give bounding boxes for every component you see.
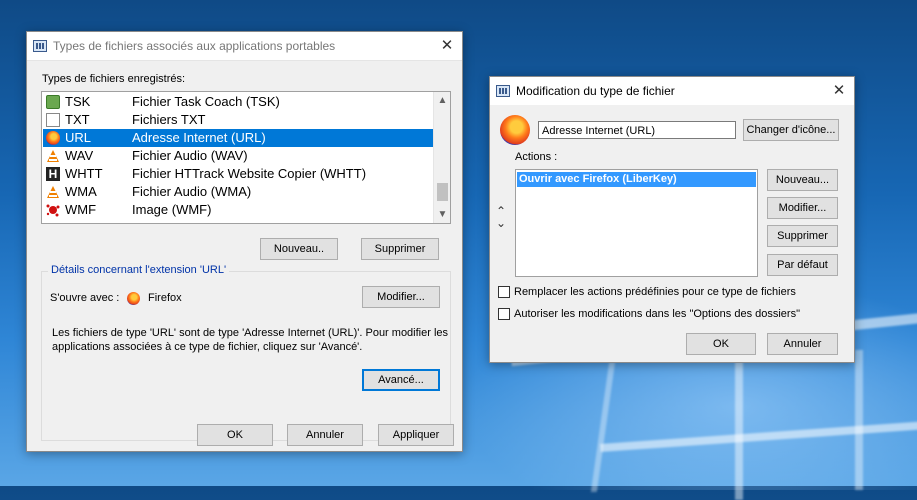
file-ext: URL	[65, 130, 92, 145]
app-icon	[33, 40, 47, 52]
change-icon-button[interactable]: Changer d'icône...	[743, 119, 839, 141]
ok-button[interactable]: OK	[686, 333, 756, 355]
close-icon[interactable]: ✕	[824, 77, 854, 105]
new-action-button[interactable]: Nouveau...	[767, 169, 838, 191]
list-item[interactable]: WMF Image (WMF)	[43, 201, 433, 219]
cancel-button[interactable]: Annuler	[767, 333, 838, 355]
apply-button[interactable]: Appliquer	[378, 424, 454, 446]
modify-action-button[interactable]: Modifier...	[767, 197, 838, 219]
vlc-icon	[46, 185, 60, 199]
actions-label: Actions :	[515, 151, 558, 163]
vlc-icon	[46, 149, 60, 163]
file-ext: WAV	[65, 148, 94, 163]
file-desc: Image (WMF)	[132, 202, 212, 217]
type-name-input[interactable]: Adresse Internet (URL)	[538, 121, 736, 139]
window-title: Modification du type de fichier	[516, 84, 675, 98]
file-ext: TXT	[65, 112, 90, 127]
scroll-up-icon[interactable]: ▲	[434, 92, 450, 109]
list-item[interactable]: TXT Fichiers TXT	[43, 111, 433, 129]
registered-types-label: Types de fichiers enregistrés:	[42, 73, 186, 85]
file-types-list[interactable]: TSK Fichier Task Coach (TSK) TXT Fichier…	[41, 91, 451, 224]
actions-list[interactable]: Ouvrir avec Firefox (LiberKey)	[515, 169, 758, 277]
delete-type-button[interactable]: Supprimer	[361, 238, 439, 260]
file-ext: WMA	[65, 184, 97, 199]
title-bar: Types de fichiers associés aux applicati…	[27, 32, 462, 60]
allow-modifications-label: Autoriser les modifications dans les "Op…	[514, 308, 800, 320]
file-desc: Fichier Task Coach (TSK)	[132, 94, 280, 109]
modify-button[interactable]: Modifier...	[362, 286, 440, 308]
cancel-button[interactable]: Annuler	[287, 424, 363, 446]
close-icon[interactable]: ✕	[432, 32, 462, 60]
file-desc: Adresse Internet (URL)	[132, 130, 266, 145]
file-desc: Fichiers TXT	[132, 112, 206, 127]
action-item[interactable]: Ouvrir avec Firefox (LiberKey)	[517, 172, 756, 187]
edit-file-type-window: Modification du type de fichier ✕ Adress…	[489, 76, 855, 363]
httrack-icon: H	[46, 167, 60, 181]
paint-splash-icon	[46, 203, 60, 217]
file-desc: Fichier Audio (WAV)	[132, 148, 248, 163]
file-ext: TSK	[65, 94, 91, 109]
details-title: Détails concernant l'extension 'URL'	[48, 264, 230, 276]
firefox-icon	[46, 131, 60, 145]
replace-actions-checkbox[interactable]	[498, 286, 510, 298]
opens-with-label: S'ouvre avec :	[50, 292, 120, 304]
file-ext: WHTT	[65, 166, 103, 181]
default-action-button[interactable]: Par défaut	[767, 254, 838, 276]
window-title: Types de fichiers associés aux applicati…	[53, 39, 336, 53]
title-bar: Modification du type de fichier ✕	[490, 77, 854, 105]
ok-button[interactable]: OK	[197, 424, 273, 446]
new-type-button[interactable]: Nouveau..	[260, 238, 338, 260]
app-icon	[496, 85, 510, 97]
scroll-thumb[interactable]	[437, 183, 448, 201]
list-item[interactable]: H WHTT Fichier HTTrack Website Copier (W…	[43, 165, 433, 183]
text-file-icon	[46, 113, 60, 127]
info-text-line1: Les fichiers de type 'URL' sont de type …	[52, 327, 449, 339]
advanced-button[interactable]: Avancé...	[362, 369, 440, 391]
replace-actions-label: Remplacer les actions prédéfinies pour c…	[514, 286, 796, 298]
list-item[interactable]: TSK Fichier Task Coach (TSK)	[43, 93, 433, 111]
move-up-icon[interactable]: ⌃	[496, 205, 506, 217]
list-scrollbar[interactable]: ▲ ▼	[433, 92, 450, 223]
taskcoach-icon	[46, 95, 60, 109]
list-item[interactable]: WMA Fichier Audio (WMA)	[43, 183, 433, 201]
list-item-selected[interactable]: URL Adresse Internet (URL)	[43, 129, 433, 147]
allow-modifications-checkbox[interactable]	[498, 308, 510, 320]
scroll-down-icon[interactable]: ▼	[434, 206, 450, 223]
firefox-icon	[500, 115, 530, 145]
firefox-icon	[127, 292, 140, 305]
file-types-window: Types de fichiers associés aux applicati…	[26, 31, 463, 452]
file-ext: WMF	[65, 202, 97, 217]
file-desc: Fichier Audio (WMA)	[132, 184, 252, 199]
list-item[interactable]: WAV Fichier Audio (WAV)	[43, 147, 433, 165]
move-down-icon[interactable]: ⌄	[496, 217, 506, 229]
details-group: Détails concernant l'extension 'URL' S'o…	[41, 264, 451, 441]
opens-with-app: Firefox	[148, 292, 182, 304]
delete-action-button[interactable]: Supprimer	[767, 225, 838, 247]
file-desc: Fichier HTTrack Website Copier (WHTT)	[132, 166, 367, 181]
info-text-line2: applications associées à ce type de fich…	[52, 341, 363, 353]
